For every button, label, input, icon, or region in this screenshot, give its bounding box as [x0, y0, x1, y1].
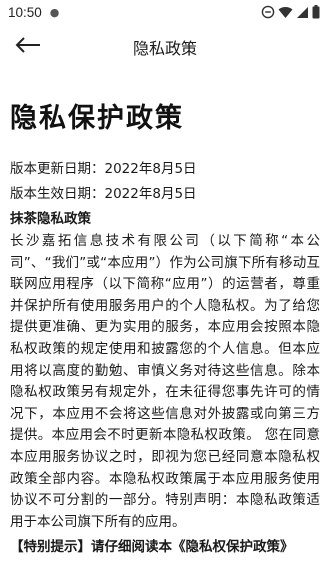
document-content[interactable]: 隐私保护政策 版本更新日期：2022年8月5日 版本生效日期：2022年8月5日… [0, 96, 330, 559]
wifi-icon [278, 6, 293, 19]
status-icons [261, 5, 320, 19]
back-button[interactable] [0, 24, 56, 70]
app-bar: 隐私政策 [0, 24, 330, 70]
policy-body-paragraph: 长沙嘉拓信息技术有限公司（以下简称“本公司”、“我们”或“本应用”）作为公司旗下… [10, 233, 320, 530]
battery-icon [312, 5, 320, 19]
section-heading: 抹茶隐私政策 [10, 211, 91, 227]
special-notice: 【特别提示】请仔细阅读本《隐私权保护政策》 [10, 539, 294, 556]
minus-circle-icon [261, 5, 275, 19]
arrow-left-icon [15, 37, 41, 57]
effective-date: 版本生效日期：2022年8月5日 [10, 186, 197, 202]
status-bar: 10:50 ● [0, 0, 330, 24]
update-date: 版本更新日期：2022年8月5日 [10, 161, 197, 177]
document-title: 隐私保护政策 [10, 103, 184, 134]
status-time: 10:50 [8, 4, 42, 20]
notification-dot-icon: ● [49, 5, 60, 19]
signal-icon [296, 6, 309, 19]
